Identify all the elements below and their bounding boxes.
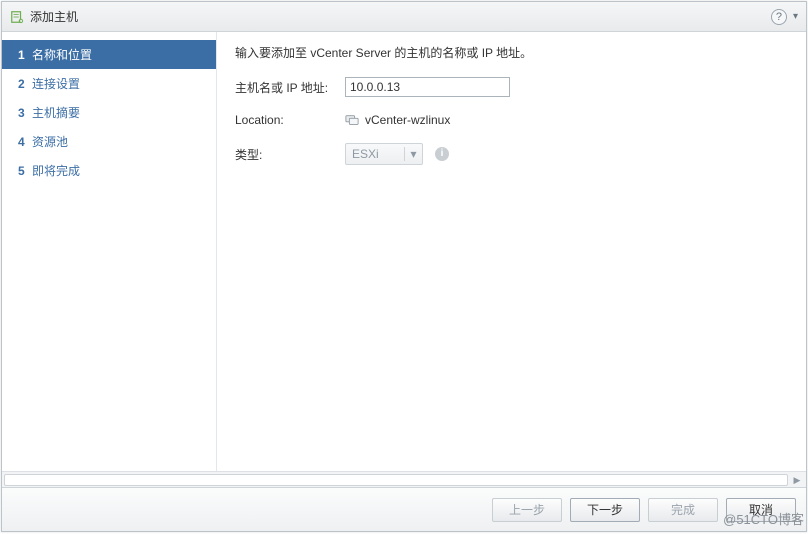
step-label: 连接设置: [32, 77, 80, 91]
finish-button[interactable]: 完成: [648, 498, 718, 522]
scroll-right-icon[interactable]: ▶: [790, 472, 804, 488]
type-row: 类型: ESXi ▾ i: [235, 143, 788, 165]
scrollbar-thumb[interactable]: [4, 474, 788, 486]
host-input[interactable]: [345, 77, 510, 97]
type-label: 类型:: [235, 146, 345, 163]
cancel-button[interactable]: 取消: [726, 498, 796, 522]
host-row: 主机名或 IP 地址:: [235, 77, 788, 97]
location-value: vCenter-wzlinux: [365, 113, 450, 127]
step-label: 主机摘要: [32, 106, 80, 120]
step-connection-settings[interactable]: 2 连接设置: [2, 69, 216, 98]
location-row: Location: vCenter-wzlinux: [235, 113, 788, 127]
chevron-down-icon[interactable]: ▾: [793, 11, 798, 22]
step-resource-pool[interactable]: 4 资源池: [2, 127, 216, 156]
wizard-content: 输入要添加至 vCenter Server 的主机的名称或 IP 地址。 主机名…: [217, 32, 806, 471]
chevron-down-icon: ▾: [404, 147, 422, 161]
host-icon: [10, 10, 24, 24]
intro-text: 输入要添加至 vCenter Server 的主机的名称或 IP 地址。: [235, 44, 788, 61]
step-name-location[interactable]: 1 名称和位置: [2, 40, 216, 69]
step-ready-complete[interactable]: 5 即将完成: [2, 156, 216, 185]
location-label: Location:: [235, 113, 345, 127]
type-select[interactable]: ESXi ▾: [345, 143, 423, 165]
host-label: 主机名或 IP 地址:: [235, 79, 345, 96]
step-label: 即将完成: [32, 164, 80, 178]
help-icon[interactable]: ?: [771, 9, 787, 25]
dialog-title: 添加主机: [30, 8, 771, 25]
step-label: 资源池: [32, 135, 68, 149]
titlebar: 添加主机 ? ▾: [2, 2, 806, 32]
vcenter-icon: [345, 113, 359, 127]
step-host-summary[interactable]: 3 主机摘要: [2, 98, 216, 127]
step-label: 名称和位置: [32, 48, 92, 62]
dialog-body: 1 名称和位置 2 连接设置 3 主机摘要 4 资源池 5 即将完成 输入要添加…: [2, 32, 806, 471]
horizontal-scrollbar[interactable]: ▶: [2, 471, 806, 487]
add-host-dialog: 添加主机 ? ▾ 1 名称和位置 2 连接设置 3 主机摘要 4 资源池 5: [1, 1, 807, 532]
type-value: ESXi: [346, 147, 404, 161]
next-button[interactable]: 下一步: [570, 498, 640, 522]
footer: 上一步 下一步 完成 取消: [2, 487, 806, 531]
wizard-sidebar: 1 名称和位置 2 连接设置 3 主机摘要 4 资源池 5 即将完成: [2, 32, 217, 471]
info-icon[interactable]: i: [435, 147, 449, 161]
back-button[interactable]: 上一步: [492, 498, 562, 522]
